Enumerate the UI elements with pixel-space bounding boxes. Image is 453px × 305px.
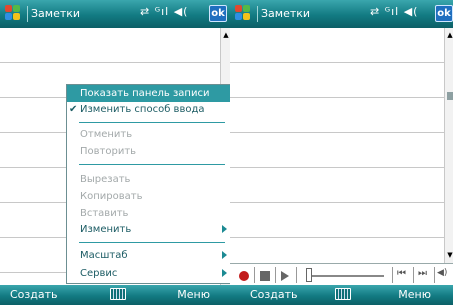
toolbar-divider	[296, 267, 297, 283]
volume-icon[interactable]: ◀)	[437, 268, 447, 278]
menu-item-label: Копировать	[80, 191, 143, 202]
softkey-menu[interactable]: Меню	[398, 288, 431, 301]
scroll-down-icon[interactable]: ▼	[446, 250, 453, 260]
menu-item-label: Вставить	[80, 208, 129, 219]
submenu-arrow-icon	[222, 269, 227, 277]
vertical-scrollbar[interactable]: ▲ ▼	[444, 28, 453, 263]
menu-item-label: Изменить способ ввода	[80, 104, 205, 115]
phone-screen-right: Заметки ⇄ ᴳıl ◀( ok ▲ ▼ ⏮ ⏭ ◀) Создать М…	[230, 0, 453, 305]
menu-item-edit[interactable]: Изменить	[67, 221, 230, 238]
keyboard-icon[interactable]	[335, 288, 351, 300]
softkey-bar: Создать Меню	[230, 285, 453, 305]
submenu-arrow-icon	[222, 225, 227, 233]
menu-item-redo: Повторить	[67, 143, 230, 160]
menu-item-label: Изменить	[80, 224, 132, 235]
ok-button[interactable]: ok	[209, 5, 227, 22]
fast-forward-icon[interactable]: ⏭	[418, 268, 427, 279]
menu-item-show-recording-bar[interactable]: Показать панель записи	[67, 85, 230, 102]
menu-item-label: Сервис	[80, 268, 118, 279]
rewind-icon[interactable]: ⏮	[397, 268, 406, 279]
title-bar: Заметки ⇄ ᴳıl ◀( ok	[0, 0, 230, 28]
toolbar-divider	[413, 267, 414, 283]
checkmark-icon: ✔	[69, 104, 78, 115]
title-separator	[27, 6, 28, 22]
softkey-create[interactable]: Создать	[250, 288, 298, 301]
menu-item-label: Отменить	[80, 129, 133, 140]
status-icons[interactable]: ⇄ ᴳıl ◀(	[370, 5, 418, 18]
stop-button[interactable]	[260, 271, 270, 281]
progress-slider-handle[interactable]	[306, 268, 312, 282]
context-menu: Показать панель записи ✔ Изменить способ…	[66, 84, 230, 284]
menu-separator	[79, 242, 225, 243]
submenu-arrow-icon	[222, 251, 227, 259]
scroll-up-icon[interactable]: ▲	[222, 30, 230, 40]
menu-item-cut: Вырезать	[67, 171, 230, 188]
menu-item-tools[interactable]: Сервис	[67, 265, 230, 282]
menu-item-copy: Копировать	[67, 188, 230, 205]
progress-track[interactable]	[306, 275, 384, 277]
scroll-thumb[interactable]	[447, 92, 453, 100]
play-button[interactable]	[281, 271, 289, 281]
menu-item-label: Показать панель записи	[80, 88, 210, 99]
windows-start-icon[interactable]	[235, 5, 253, 23]
menu-item-label: Масштаб	[80, 250, 128, 261]
menu-item-zoom[interactable]: Масштаб	[67, 247, 230, 264]
menu-item-undo: Отменить	[67, 126, 230, 143]
toolbar-divider	[254, 267, 255, 283]
menu-separator	[79, 122, 225, 123]
softkey-bar: Создать Меню	[0, 285, 230, 305]
phone-screen-left: Заметки ⇄ ᴳıl ◀( ok ▲ ▼ Показать панель …	[0, 0, 230, 305]
softkey-menu[interactable]: Меню	[177, 288, 210, 301]
title-separator	[257, 6, 258, 22]
scroll-up-icon[interactable]: ▲	[446, 30, 453, 40]
app-title: Заметки	[261, 7, 311, 20]
note-canvas[interactable]	[230, 28, 444, 263]
app-title: Заметки	[31, 7, 81, 20]
menu-item-label: Вырезать	[80, 174, 131, 185]
status-icons[interactable]: ⇄ ᴳıl ◀(	[140, 5, 188, 18]
recording-toolbar: ⏮ ⏭ ◀)	[230, 263, 453, 285]
menu-item-change-input-method[interactable]: ✔ Изменить способ ввода	[67, 101, 230, 118]
record-button[interactable]	[239, 271, 249, 281]
toolbar-divider	[392, 267, 393, 283]
softkey-create[interactable]: Создать	[10, 288, 58, 301]
title-bar: Заметки ⇄ ᴳıl ◀( ok	[230, 0, 453, 28]
toolbar-divider	[275, 267, 276, 283]
windows-start-icon[interactable]	[5, 5, 23, 23]
toolbar-divider	[434, 267, 435, 283]
menu-item-label: Повторить	[80, 146, 137, 157]
keyboard-icon[interactable]	[110, 288, 126, 300]
menu-item-paste: Вставить	[67, 205, 230, 222]
ok-button[interactable]: ok	[435, 5, 453, 22]
menu-separator	[79, 164, 225, 165]
